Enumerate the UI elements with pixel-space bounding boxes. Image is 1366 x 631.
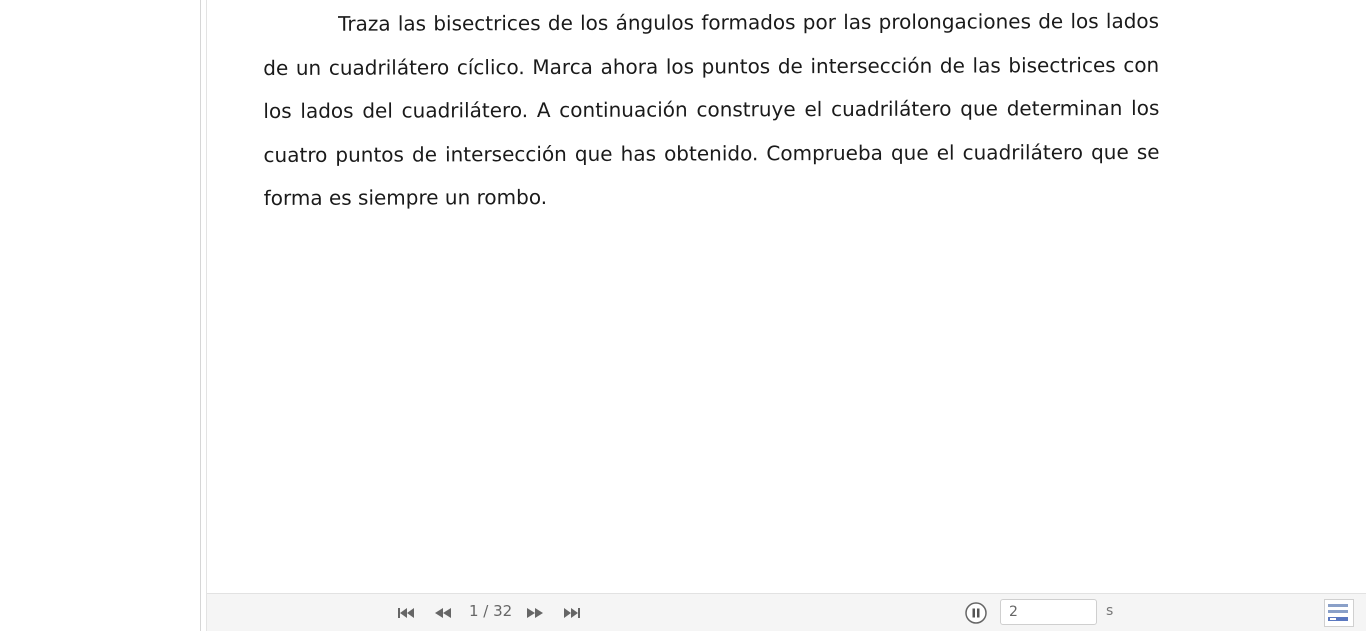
animation-speed-input[interactable]: [1000, 599, 1097, 625]
fast-forward-icon[interactable]: [524, 605, 546, 621]
panel-divider[interactable]: [200, 0, 201, 631]
rewind-icon[interactable]: [432, 605, 454, 621]
speed-unit-label: s: [1106, 603, 1114, 619]
graphics-view[interactable]: Traza las bisectrices de los ángulos for…: [207, 0, 1366, 593]
construction-navigation-bar: 1 / 32 s: [207, 593, 1366, 631]
step-indicator: 1 / 32: [469, 602, 513, 620]
algebra-view-icon[interactable]: [1324, 599, 1354, 627]
skip-last-icon[interactable]: [561, 605, 583, 621]
pause-icon[interactable]: [965, 602, 987, 624]
skip-first-icon[interactable]: [395, 605, 417, 621]
problem-statement: Traza las bisectrices de los ángulos for…: [263, 8, 1160, 210]
left-margin: [0, 0, 200, 631]
